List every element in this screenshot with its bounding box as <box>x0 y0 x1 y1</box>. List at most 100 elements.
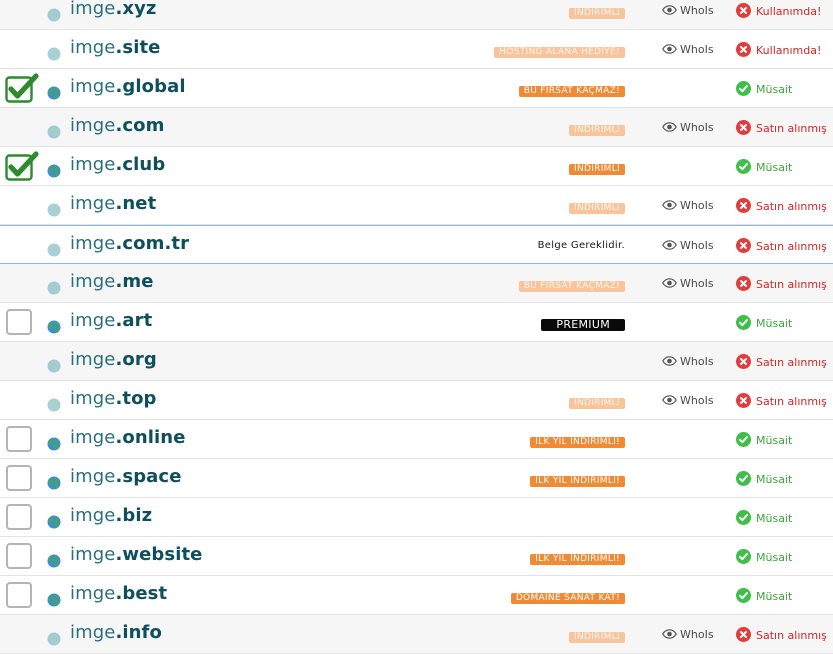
domain-extension: .org <box>115 349 157 370</box>
globe-icon <box>47 514 61 529</box>
promo-badge: İLK YIL İNDİRİMLİ! <box>530 554 625 565</box>
availability-status: Kullanımda! <box>736 3 821 18</box>
domain-checkbox[interactable] <box>6 309 32 335</box>
domain-name: imge.space <box>70 466 182 488</box>
status-label: Satın alınmış <box>756 122 827 135</box>
availability-status: Müsait <box>736 588 792 603</box>
check-circle-icon <box>736 81 751 96</box>
domain-label: imge <box>70 233 116 254</box>
error-circle-icon <box>736 3 751 18</box>
domain-row-net: imge.net İNDİRİMLİ WhoIs Satın alınmış <box>0 186 833 225</box>
domain-extension: .top <box>115 388 157 409</box>
promo-badge: BU FIRSAT KAÇMAZ! <box>518 281 625 292</box>
domain-extension: .best <box>115 583 168 604</box>
domain-row-best: imge.best DOMAİNE SANAT KAT! Müsait <box>0 576 833 615</box>
domain-row-top: imge.top İNDİRİMLİ WhoIs Satın alınmış <box>0 381 833 420</box>
eye-icon <box>662 200 677 210</box>
domain-row-global: imge.global BU FIRSAT KAÇMAZ! Müsait <box>0 69 833 108</box>
domain-extension: .space <box>115 466 182 487</box>
status-label: Satın alınmış <box>756 278 827 291</box>
whois-label: WhoIs <box>680 121 714 134</box>
domain-extension: .info <box>115 622 162 643</box>
promo-badge: İNDİRİMLİ <box>568 398 625 409</box>
whois-link[interactable]: WhoIs <box>662 43 714 56</box>
domain-extension: .xyz <box>115 0 157 19</box>
status-label: Müsait <box>756 512 793 525</box>
promo-badge: HOSTİNG ALANA HEDİYE! <box>494 47 625 58</box>
whois-label: WhoIs <box>680 4 714 17</box>
error-circle-icon <box>736 393 751 408</box>
globe-icon <box>47 592 61 607</box>
error-circle-icon <box>736 120 751 135</box>
domain-checkbox[interactable] <box>6 465 32 491</box>
status-label: Satın alınmış <box>756 200 827 213</box>
domain-name: imge.org <box>70 349 157 371</box>
globe-icon <box>47 319 61 334</box>
globe-icon <box>47 280 61 295</box>
check-circle-icon <box>736 159 751 174</box>
availability-status: Satın alınmış <box>736 354 827 369</box>
whois-link[interactable]: WhoIs <box>662 121 714 134</box>
globe-icon <box>47 242 61 257</box>
domain-checkbox[interactable] <box>6 504 32 530</box>
globe-icon <box>47 553 61 568</box>
domain-checkbox[interactable] <box>6 426 32 452</box>
status-label: Müsait <box>756 590 793 603</box>
domain-checkbox[interactable] <box>6 543 32 569</box>
whois-link[interactable]: WhoIs <box>662 394 714 407</box>
domain-label: imge <box>70 115 116 136</box>
availability-status: Müsait <box>736 315 792 330</box>
domain-extension: .com <box>115 115 165 136</box>
domain-name: imge.club <box>70 154 165 176</box>
availability-status: Satın alınmış <box>736 276 827 291</box>
domain-row-website: imge.website İLK YIL İNDİRİMLİ! Müsait <box>0 537 833 576</box>
domain-name: imge.info <box>70 622 162 644</box>
domain-label: imge <box>70 271 116 292</box>
eye-icon <box>662 44 677 54</box>
domain-row-com-tr: imge.com.tr Belge Gereklidir. WhoIs Satı… <box>0 225 833 264</box>
whois-link[interactable]: WhoIs <box>662 628 714 641</box>
check-circle-icon <box>736 432 751 447</box>
whois-label: WhoIs <box>680 239 714 252</box>
whois-link[interactable]: WhoIs <box>662 239 714 252</box>
promo-badge: İLK YIL İNDİRİMLİ! <box>530 437 625 448</box>
availability-status: Satın alınmış <box>736 238 827 253</box>
domain-extension: .global <box>115 76 186 97</box>
whois-link[interactable]: WhoIs <box>662 277 714 290</box>
check-circle-icon <box>736 588 751 603</box>
status-label: Müsait <box>756 317 793 330</box>
selected-checkbox[interactable] <box>5 73 39 103</box>
premium-badge: PREMIUM <box>541 319 625 331</box>
whois-link[interactable]: WhoIs <box>662 4 714 17</box>
status-label: Müsait <box>756 161 793 174</box>
status-label: Satın alınmış <box>756 356 827 369</box>
status-label: Müsait <box>756 434 793 447</box>
domain-extension: .biz <box>115 505 153 526</box>
globe-icon <box>47 475 61 490</box>
eye-icon <box>662 5 677 15</box>
availability-status: Satın alınmış <box>736 393 827 408</box>
domain-label: imge <box>70 0 116 19</box>
status-label: Kullanımda! <box>756 44 822 57</box>
whois-link[interactable]: WhoIs <box>662 199 714 212</box>
domain-name: imge.art <box>70 310 152 332</box>
check-circle-icon <box>736 510 751 525</box>
domain-name: imge.me <box>70 271 154 293</box>
selected-checkbox[interactable] <box>5 151 39 181</box>
domain-extension: .me <box>115 271 154 292</box>
domain-label: imge <box>70 466 116 487</box>
domain-name: imge.site <box>70 37 160 59</box>
check-circle-icon <box>736 315 751 330</box>
whois-label: WhoIs <box>680 394 714 407</box>
domain-checkbox[interactable] <box>6 582 32 608</box>
globe-icon <box>47 202 61 217</box>
whois-link[interactable]: WhoIs <box>662 355 714 368</box>
domain-label: imge <box>70 622 116 643</box>
promo-badge: İNDİRİMLİ <box>568 8 625 19</box>
error-circle-icon <box>736 354 751 369</box>
domain-results-list: imge.xyz İNDİRİMLİ WhoIs Kullanımda! img… <box>0 0 833 654</box>
domain-label: imge <box>70 427 116 448</box>
domain-label: imge <box>70 544 116 565</box>
globe-icon <box>47 631 61 646</box>
status-label: Müsait <box>756 551 793 564</box>
